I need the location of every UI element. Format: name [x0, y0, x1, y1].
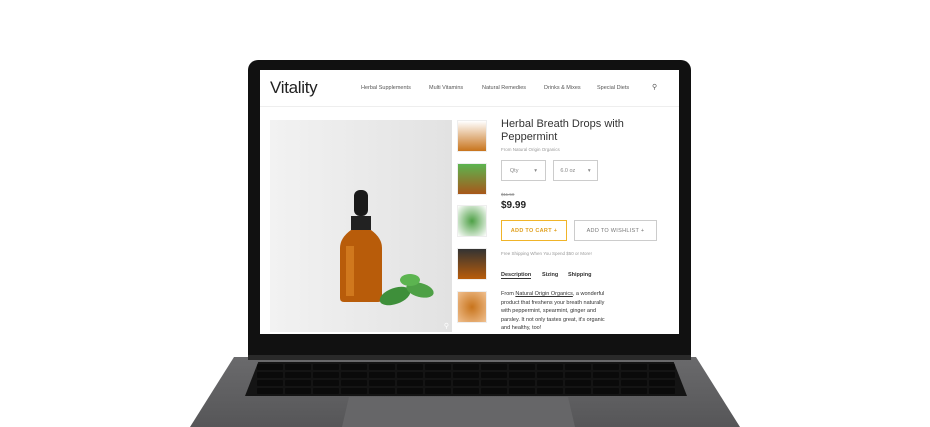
laptop-screen: Vitality Herbal Supplements Multi Vitami…	[260, 70, 679, 334]
tab-description[interactable]: Description	[501, 272, 532, 279]
keyboard	[245, 362, 687, 396]
nav-special-diets[interactable]: Special Diets	[597, 85, 629, 91]
tab-shipping[interactable]: Shipping	[568, 272, 592, 278]
chevron-down-icon: ▾	[587, 167, 591, 174]
nav-herbal-supplements[interactable]: Herbal Supplements	[361, 85, 411, 91]
price: $9.99	[501, 200, 527, 211]
shipping-note: Free Shipping When You Spend $50 or More…	[501, 251, 592, 256]
nav-natural-remedies[interactable]: Natural Remedies	[482, 85, 526, 91]
add-to-wishlist-button[interactable]: ADD TO WISHLIST +	[574, 220, 657, 241]
laptop-hinge	[248, 355, 691, 360]
size-label: 6.0 oz	[560, 167, 576, 174]
old-price: $11.50	[501, 192, 515, 197]
mint-leaves-icon	[379, 274, 434, 306]
brand-link[interactable]: Natural Origin Organics	[515, 291, 572, 297]
thumbnail-5[interactable]	[457, 291, 487, 323]
thumbnail-4[interactable]	[457, 248, 487, 280]
thumbnail-3[interactable]	[457, 205, 487, 237]
size-select[interactable]: 6.0 oz ▾	[553, 160, 598, 181]
nav-multi-vitamins[interactable]: Multi Vitamins	[429, 85, 463, 91]
qty-select[interactable]: Qty ▾	[501, 160, 546, 181]
header-divider	[260, 106, 679, 107]
desc-text: , a wonderful product that freshens your…	[501, 291, 605, 331]
thumbnail-2[interactable]	[457, 163, 487, 195]
product-description: From Natural Origin Organics, a wonderfu…	[501, 290, 611, 333]
chevron-down-icon: ▾	[534, 167, 538, 174]
product-title: Herbal Breath Drops with Peppermint	[501, 118, 624, 143]
site-logo[interactable]: Vitality	[270, 78, 318, 98]
desc-prefix: From	[501, 291, 516, 297]
product-image: ⚲	[270, 120, 452, 332]
qty-label: Qty	[509, 167, 519, 174]
zoom-icon[interactable]: ⚲	[444, 322, 449, 330]
nav-drinks-mixes[interactable]: Drinks & Mixes	[544, 85, 581, 91]
tab-sizing[interactable]: Sizing	[542, 272, 558, 278]
product-brand[interactable]: From Natural Origin Organics	[501, 147, 560, 152]
trackpad	[342, 397, 575, 427]
add-to-cart-button[interactable]: ADD TO CART +	[501, 220, 567, 241]
thumbnail-1[interactable]	[457, 120, 487, 152]
search-icon[interactable]: ⚲	[652, 83, 657, 91]
